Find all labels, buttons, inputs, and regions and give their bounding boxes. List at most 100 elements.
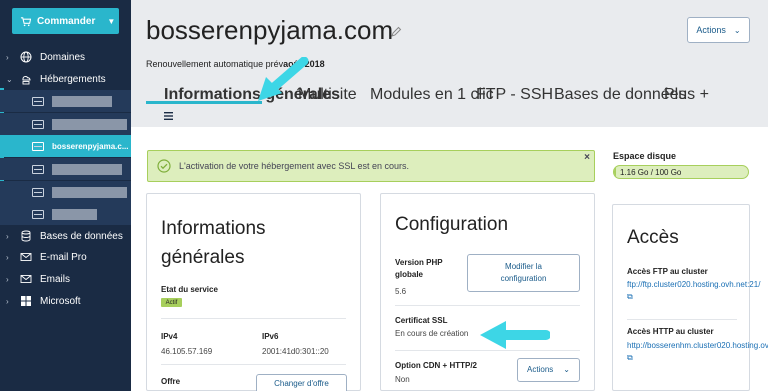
sidebar-item-label: Microsoft	[40, 295, 81, 307]
http-link-text: http://bosserenhm.cluster020.hosting.ovh…	[627, 341, 768, 350]
divider	[161, 318, 346, 319]
cdn-value: Non	[395, 375, 410, 384]
info-card-title: Informations générales	[161, 218, 266, 268]
redacted-hosting-name	[52, 95, 112, 107]
envelope-icon	[20, 253, 32, 261]
redacted-hosting-name	[52, 186, 127, 198]
tab-ftp-ssh[interactable]: FTP - SSH	[476, 86, 553, 104]
server-icon	[32, 164, 44, 174]
ipv6-value: 2001:41d0:301::20	[262, 347, 329, 356]
change-offer-button[interactable]: Changer d'offre	[256, 374, 347, 391]
sidebar-item-microsoft[interactable]: › Microsoft	[0, 291, 131, 311]
chevron-right-icon: ›	[6, 296, 9, 306]
actions-label: Actions	[696, 25, 726, 35]
ftp-link-text: ftp://ftp.cluster020.hosting.ovh.net:21/	[627, 280, 761, 289]
chevron-down-icon: ⌄	[6, 74, 13, 84]
ipv4-label: IPv4	[161, 332, 178, 341]
config-card: Configuration Version PHP globale 5.6 Mo…	[380, 193, 595, 391]
divider	[161, 364, 346, 365]
hosting-item[interactable]	[0, 90, 131, 112]
sidebar-item-bases-de-donnees[interactable]: › Bases de données	[0, 226, 131, 246]
disk-usage-text: 1.16 Go / 100 Go	[620, 168, 682, 177]
cdn-actions-dropdown[interactable]: Actions ⌄	[517, 358, 580, 382]
page-title: bosserenpyjama.com	[146, 15, 394, 45]
external-link-icon: ⧉	[627, 353, 633, 362]
sidebar-item-label: Hébergements	[40, 73, 106, 85]
cdn-actions-label: Actions	[527, 365, 554, 374]
ssl-value: En cours de création	[395, 329, 469, 338]
close-icon[interactable]: ×	[584, 152, 590, 163]
check-circle-icon	[157, 159, 171, 173]
chevron-down-icon: ▼	[107, 16, 116, 26]
offer-label: Offre	[161, 377, 181, 386]
ftp-label: Accès FTP au cluster	[627, 267, 708, 276]
commander-button[interactable]: Commander ▼	[12, 8, 119, 34]
sidebar-item-email-pro[interactable]: › E-mail Pro	[0, 247, 131, 267]
ftp-link[interactable]: ftp://ftp.cluster020.hosting.ovh.net:21/…	[627, 279, 760, 303]
sidebar-item-label: Emails	[40, 273, 71, 285]
chevron-down-icon: ⌄	[733, 25, 741, 35]
active-hosting-label: bosserenpyjama.c...	[52, 141, 129, 151]
tab-plus[interactable]: Plus +	[664, 86, 709, 104]
chevron-right-icon: ›	[6, 252, 9, 262]
actions-dropdown[interactable]: Actions ⌄	[687, 17, 750, 43]
php-value: 5.6	[395, 287, 407, 296]
disk-usage-fill	[614, 166, 616, 178]
info-card: Informations générales Etat du service A…	[146, 193, 361, 391]
server-icon	[32, 119, 44, 129]
windows-icon	[21, 296, 31, 306]
sidebar-item-label: Bases de données	[40, 230, 123, 242]
sidebar-item-label: E-mail Pro	[40, 251, 87, 263]
config-card-title: Configuration	[395, 214, 509, 235]
envelope-icon	[20, 275, 32, 283]
chevron-down-icon: ⌄	[563, 365, 570, 374]
state-label: Etat du service	[161, 285, 218, 294]
hosting-item[interactable]	[0, 113, 131, 135]
globe-icon	[20, 51, 32, 63]
ipv6-label: IPv6	[262, 332, 279, 341]
ssl-alert: L'activation de votre hébergement avec S…	[147, 150, 595, 182]
sidebar-item-hebergements[interactable]: ⌄ Hébergements	[0, 69, 131, 89]
access-card: Accès Accès FTP au cluster ftp://ftp.clu…	[612, 204, 768, 391]
active-tab-indicator	[146, 101, 262, 104]
external-link-icon: ⧉	[627, 292, 633, 301]
hosting-item[interactable]	[0, 181, 131, 203]
chevron-right-icon: ›	[6, 231, 9, 241]
pencil-icon[interactable]	[390, 26, 402, 38]
page-header: bosserenpyjama.com Renouvellement automa…	[131, 0, 768, 120]
disk-title: Espace disque	[613, 151, 677, 161]
database-icon	[21, 230, 31, 242]
alert-text: L'activation de votre hébergement avec S…	[179, 161, 410, 171]
cart-icon	[20, 16, 31, 26]
hosting-item[interactable]	[0, 158, 131, 180]
disk-usage-bar: 1.16 Go / 100 Go	[613, 165, 749, 179]
sidebar-item-label: Domaines	[40, 51, 86, 63]
server-icon	[32, 96, 44, 106]
chevron-right-icon: ›	[6, 274, 9, 284]
sidebar: Commander ▼ › Domaines ⌄ Hébergements bo…	[0, 0, 131, 391]
ipv4-value: 46.105.57.169	[161, 347, 213, 356]
redacted-hosting-name	[52, 163, 122, 175]
modify-config-button[interactable]: Modifier la configuration	[467, 254, 580, 292]
server-icon	[32, 187, 44, 197]
cloud-server-icon	[22, 76, 31, 85]
php-label: Version PHP globale	[395, 258, 443, 279]
status-badge: Actif	[161, 298, 182, 307]
cdn-label: Option CDN + HTTP/2	[395, 361, 477, 370]
chevron-right-icon: ›	[6, 52, 9, 62]
hosting-item[interactable]	[0, 203, 131, 225]
sidebar-item-domaines[interactable]: › Domaines	[0, 47, 131, 67]
menu-icon[interactable]	[164, 112, 173, 120]
redacted-hosting-name	[52, 118, 127, 130]
annotation-arrow	[480, 321, 550, 349]
commander-label: Commander	[37, 15, 96, 27]
server-icon	[32, 141, 44, 151]
hosting-item-active[interactable]: bosserenpyjama.c...	[0, 135, 131, 157]
http-label: Accès HTTP au cluster	[627, 327, 714, 336]
sidebar-item-emails[interactable]: › Emails	[0, 269, 131, 289]
server-icon	[32, 209, 44, 219]
http-link[interactable]: http://bosserenhm.cluster020.hosting.ovh…	[627, 340, 768, 364]
divider	[627, 319, 737, 320]
divider	[395, 305, 580, 306]
ssl-label: Certificat SSL	[395, 316, 448, 325]
